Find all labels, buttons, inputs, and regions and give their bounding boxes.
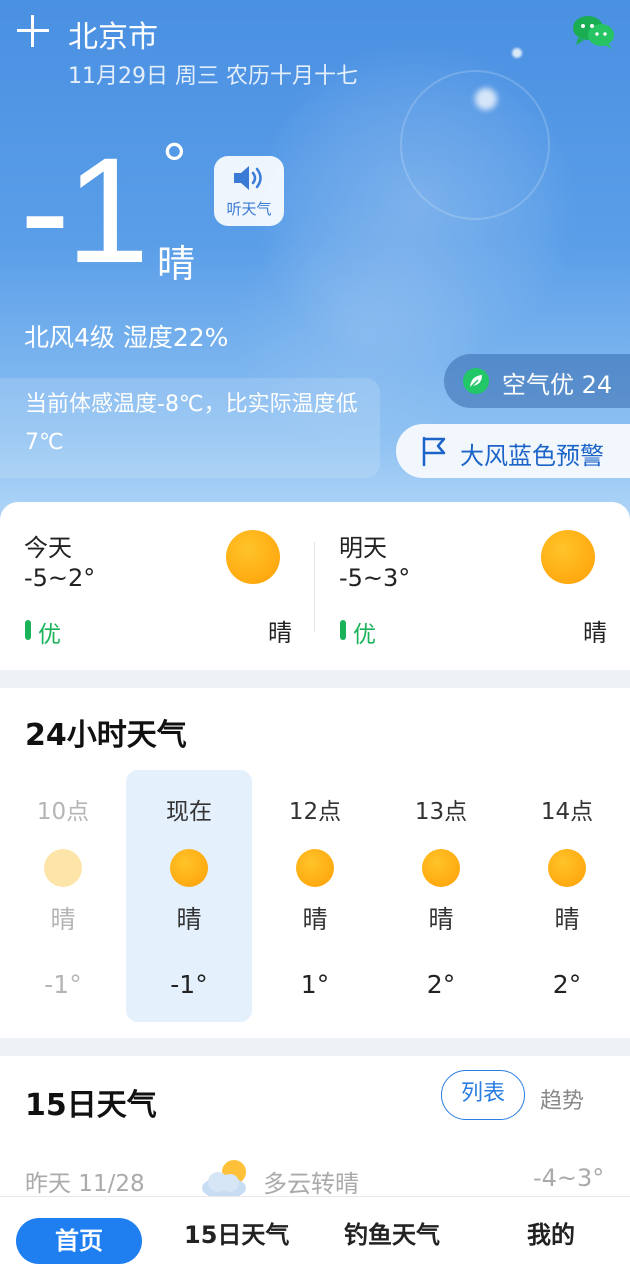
speaker-icon [234,166,262,190]
fifteen-day-card: 15日天气 列表 趋势 昨天 11/28 多云转晴 -4~3° [0,1056,630,1206]
day-tomorrow[interactable]: 明天 -5~3° 优 晴 [315,502,630,670]
today-tomorrow-card: 今天 -5~2° 优 晴 明天 -5~3° 优 晴 [0,502,630,670]
hour-time: 14点 [540,799,594,825]
hour-time: 10点 [36,799,90,825]
day-condition: 晴 [583,619,607,647]
hour-time: 13点 [414,799,468,825]
row-temp-range: -4~3° [533,1164,605,1192]
sun-icon [226,530,280,584]
hour-item[interactable]: 14点 晴 2° [504,770,630,1022]
day-name: 明天 [339,534,387,562]
sun-icon [44,849,82,887]
air-quality-label: 优 [353,622,376,648]
day-name: 今天 [24,534,72,562]
warning-pill[interactable]: 大风蓝色预警 [396,424,630,478]
hour-item-now[interactable]: 现在 晴 -1° [126,770,252,1022]
day-temp-range: -5~2° [24,564,96,592]
hour-temp: 1° [300,970,330,999]
leaf-icon [463,368,489,394]
sun-icon [541,530,595,584]
feels-like-box: 当前体感温度-8℃，比实际温度低7℃ [0,378,380,478]
air-quality-bar [25,620,31,640]
wechat-share-icon[interactable] [572,14,616,50]
row-date: 昨天 11/28 [25,1171,145,1197]
weather-hero: 北京市 11月29日 周三 农历十月十七 -1 ° 晴 听天气 北风4级 湿度2… [0,0,630,540]
hour-condition: 晴 [176,905,202,934]
air-quality-label: 优 [38,622,61,648]
feels-like-text: 当前体感温度-8℃，比实际温度低7℃ [25,392,358,455]
trend-view-button[interactable]: 趋势 [540,1083,584,1115]
sun-icon [422,849,460,887]
hour-temp: -1° [44,970,82,999]
section-title: 15日天气 [25,1088,157,1123]
current-temperature: -1 [20,126,149,294]
current-condition: 晴 [157,242,196,286]
sun-icon [170,849,208,887]
partly-cloudy-icon [202,1160,246,1199]
listen-weather-button[interactable]: 听天气 [214,156,284,226]
list-view-button[interactable]: 列表 [441,1070,525,1120]
hour-item[interactable]: 10点 晴 -1° [0,770,126,1022]
sun-icon [548,849,586,887]
wind-humidity: 北风4级 湿度22% [24,323,229,352]
sun-icon [296,849,334,887]
nav-15-day[interactable]: 15日天气 [184,1215,289,1250]
hourly-forecast-card: 24小时天气 10点 晴 -1° 现在 晴 -1° 12点 晴 1° 13点 晴… [0,688,630,1038]
day-temp-range: -5~3° [339,564,411,592]
lens-flare [512,48,522,58]
nav-home[interactable]: 首页 [16,1218,142,1264]
hour-item[interactable]: 13点 晴 2° [378,770,504,1022]
hour-time: 现在 [166,799,212,825]
hour-item[interactable]: 12点 晴 1° [252,770,378,1022]
hour-temp: -1° [170,970,208,999]
day-condition: 晴 [268,619,292,647]
hour-temp: 2° [426,970,456,999]
row-condition: 多云转晴 [263,1170,359,1198]
listen-weather-label: 听天气 [226,200,272,218]
add-city-icon[interactable] [16,14,50,48]
nav-me[interactable]: 我的 [527,1215,575,1250]
air-quality-bar [340,620,346,640]
degree-symbol: ° [162,131,187,200]
hour-temp: 2° [552,970,582,999]
aqi-text: 空气优 24 [502,371,613,399]
city-name[interactable]: 北京市 [68,12,158,56]
hour-time: 12点 [288,799,342,825]
hour-condition: 晴 [554,905,580,934]
hour-condition: 晴 [302,905,328,934]
hour-condition: 晴 [50,905,76,934]
bottom-nav: 首页 15日天气 钓鱼天气 我的 [0,1196,630,1280]
lens-flare [400,70,550,220]
section-title: 24小时天气 [25,718,187,753]
lens-flare [475,88,497,110]
day-today[interactable]: 今天 -5~2° 优 晴 [0,502,315,670]
warning-text: 大风蓝色预警 [460,442,604,470]
aqi-pill[interactable]: 空气优 24 [444,354,630,408]
date-line: 11月29日 周三 农历十月十七 [68,64,358,89]
hour-condition: 晴 [428,905,454,934]
flag-icon [422,436,446,467]
nav-fishing[interactable]: 钓鱼天气 [344,1215,440,1250]
